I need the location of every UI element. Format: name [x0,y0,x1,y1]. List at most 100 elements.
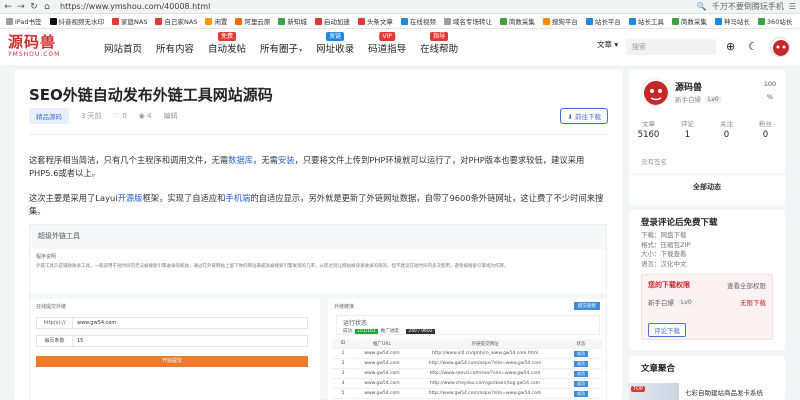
hot-search-text[interactable]: 千万不要倒腾玩手机 [712,1,784,12]
table-row: 2 www.gw54.com http://www.gw54.com/aspx/?s… [332,359,602,369]
bookmark-item[interactable]: 站长平台 [583,16,624,26]
home-icon[interactable]: ⌂ [43,2,51,12]
category-badge[interactable]: 精品源码 [29,108,69,124]
bookmark-label: 简数采集 [680,18,707,26]
table-cell: 1 [341,351,345,356]
bookmark-item[interactable]: 站长工具 [626,16,667,26]
shot-intro: 程序说明 外链工具只是辅助收录工具，一般适用于短时间内无法被搜索引擎收录的新站，… [30,249,606,293]
database-link[interactable]: 数据库 [228,155,253,165]
stat-item[interactable]: 评论 1 [668,118,707,140]
bookmark-item[interactable]: 简数采集 [497,16,538,26]
user-avatar[interactable] [770,37,790,57]
table-cell: 3 [341,371,345,376]
bookmark-item[interactable]: iPad书签 [3,16,45,26]
bookmark-item[interactable]: 在线视频 [398,16,439,26]
bookmark-label: 抖音视频无水印 [58,18,105,26]
logo-subtext: YMSHOU.COM [8,51,61,58]
nav-label: 网址收录 [316,44,355,55]
nav-item[interactable]: 所有内容 [156,41,194,55]
back-icon[interactable]: ← [4,2,12,12]
stat-label: 粉丝 [759,120,772,128]
site-logo[interactable]: 源码兽 YMSHOU.COM [8,33,70,63]
table-cell: http://www.gw54.com/aspx/?site=www.gw54.… [428,391,542,396]
bookmark-item[interactable]: 简数采集 [669,16,710,26]
search-icon[interactable]: 🔍 [697,2,707,11]
table-cell: 成功 [560,370,602,377]
author-card: 源码兽 新手白嫖 Lv0 100% 文章 5160 评论 1 关注 0 粉丝 0 没有签名 全部… [629,70,785,205]
status-badge: 成功 [574,390,588,397]
bookmark-item[interactable]: 抖音视频无水印 [47,16,108,26]
bookmark-label: 站长工具 [637,18,664,26]
install-link[interactable]: 安装 [278,155,295,165]
table-row: 1 www.gw54.com http://www.ic0.cn/gmh/ro_ww… [332,349,602,359]
bookmarks-bar: iPad书签 抖音视频无水印 家庭NAS 自己家NAS 闲置 阿里云原 新知城 启动加速 头条文… [0,14,800,29]
recommend-thumbnail[interactable]: TOP [629,383,679,400]
author-rank: 新手白嫖 Lv0 [675,94,722,104]
bookmark-item[interactable]: 阿里云原 [232,16,273,26]
heart-icon: ♡ [113,112,120,120]
add-icon[interactable]: ⊕ [726,40,735,54]
bookmark-item[interactable]: 360站长 [755,16,795,26]
recommend-title: 文章聚合 [641,364,676,374]
stat-item[interactable]: 文章 5160 [629,118,668,140]
bookmark-item[interactable]: 搜狗平台 [540,16,581,26]
menu-icon[interactable]: ☰ [789,2,796,11]
address-url[interactable]: https://www.ymshou.com/40008.html [60,2,210,11]
nav-item[interactable]: 在线帮助 指导 [420,32,458,55]
nav-item[interactable]: 码道指导 VIP [368,32,407,55]
nav-item[interactable]: 网址收录 发链 [316,32,355,55]
bookmark-item[interactable]: 闲置 [202,16,230,26]
column-header: 状态 [576,341,586,347]
stat-item[interactable]: 粉丝 0 [746,118,785,140]
comment-download-button[interactable]: 评论下载 [648,323,686,337]
article-paragraph-1: 这套程序相当简洁，只有几个主程序和调用文件，无需数据库，无需安装，只要将文件上传… [29,155,585,178]
bookmark-label: 家庭NAS [121,18,148,26]
nav-item[interactable]: 网站首页 [104,41,142,55]
nav-label: 自动发帖 [208,44,247,55]
table-cell: 5 [341,391,345,396]
stat-item[interactable]: 关注 0 [707,118,746,140]
bookmark-item[interactable]: 启动加速 [312,16,353,26]
bookmark-icon [205,17,213,25]
permission-box: 您的下载权限 查看全部权限 新手白嫖 Lv0 无限下载 评论下载 [641,274,773,340]
article-title: SEO外链自动发布外链工具网站源码 [29,86,273,104]
bookmark-item[interactable]: 新知城 [275,16,310,26]
nav-item[interactable]: 自动发帖 免费 [208,32,247,55]
edit-link[interactable]: 编辑 [163,111,177,121]
status-badge: 成功 [574,350,588,357]
download-card: 登录评论后免费下载 下载：网盘下载 格式：压缩包ZIP 大小：下载查看 语言：汉… [629,210,785,350]
column-header: 外链提交网址 [471,341,499,347]
recommend-article-link[interactable]: 七彩自助建站商品发卡系统 [685,387,763,397]
stat-label: 文章 [642,120,655,128]
bookmark-item[interactable]: 域名专场转让 [441,16,495,26]
table-row: 3 www.gw54.com http://www.seovd.com/seo/?s… [332,369,602,379]
bookmark-icon [714,17,722,25]
bookmark-icon [155,17,163,25]
all-posts-link[interactable]: 全部动态 [629,182,785,192]
search-type-select[interactable]: 文章 ▾ [597,39,618,50]
bookmark-item[interactable]: 自己家NAS [152,16,200,26]
likes[interactable]: ♡ 0 [114,112,127,120]
bookmark-item[interactable]: 神马站长 [712,16,753,26]
nav-tag-badge: VIP [379,32,395,41]
nav-item[interactable]: 所有圈子▾ [260,41,302,55]
author-name[interactable]: 源码兽 [675,80,702,93]
table-cell: 成功 [560,350,602,357]
goto-download-button[interactable]: ⬇ 前往下载 [560,108,608,124]
view-all-permissions-link[interactable]: 查看全部权限 [727,280,766,290]
opensource-link[interactable]: 开源版 [118,193,143,203]
bookmark-icon [357,17,365,25]
bookmark-item[interactable]: 头条文章 [355,16,396,26]
permission-value: 无限下载 [740,299,766,307]
bookmark-item[interactable]: 家庭NAS [109,16,150,26]
article-meta: 精品源码 3 天前 ♡ 0 ◉ 4 编辑 [29,108,177,124]
nav-label: 码道指导 [368,44,407,55]
moon-icon[interactable]: ☾ [748,40,758,54]
stat-value: 5160 [637,130,660,140]
search-input[interactable]: 搜索 [626,39,716,55]
author-avatar[interactable] [641,78,669,106]
mobile-link[interactable]: 手机端 [225,193,250,203]
forward-icon[interactable]: → [17,2,25,12]
reload-icon[interactable]: ↻ [30,2,38,12]
article-paragraph-2: 这次主要是采用了Layui开源版框架，实现了自适应和手机端的自适应显示，另外就是… [29,193,604,216]
